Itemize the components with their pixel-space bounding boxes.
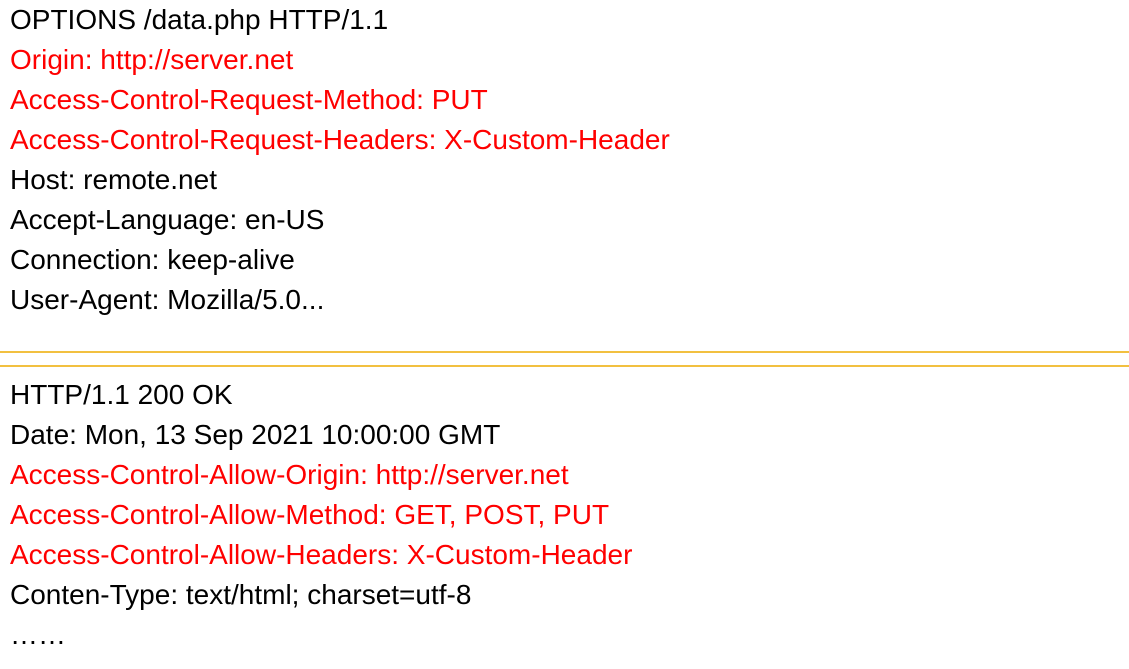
request-header-acr-headers: Access-Control-Request-Headers: X-Custom… bbox=[10, 124, 670, 155]
response-header-aca-headers: Access-Control-Allow-Headers: X-Custom-H… bbox=[10, 539, 633, 570]
response-header-aca-method: Access-Control-Allow-Method: GET, POST, … bbox=[10, 499, 610, 530]
section-divider-top bbox=[0, 351, 1129, 353]
response-header-aca-origin: Access-Control-Allow-Origin: http://serv… bbox=[10, 459, 569, 490]
request-header-accept-language: Accept-Language: en-US bbox=[10, 204, 325, 235]
request-header-acr-method: Access-Control-Request-Method: PUT bbox=[10, 84, 488, 115]
request-header-user-agent: User-Agent: Mozilla/5.0... bbox=[10, 284, 325, 315]
request-line: OPTIONS /data.php HTTP/1.1 bbox=[10, 4, 389, 35]
response-header-date: Date: Mon, 13 Sep 2021 10:00:00 GMT bbox=[10, 419, 501, 450]
request-header-connection: Connection: keep-alive bbox=[10, 244, 295, 275]
response-ellipsis: …… bbox=[10, 619, 66, 650]
section-divider-bottom bbox=[0, 365, 1129, 367]
request-header-origin: Origin: http://server.net bbox=[10, 44, 294, 75]
request-block: OPTIONS /data.php HTTP/1.1 Origin: http:… bbox=[10, 0, 1129, 320]
response-status-line: HTTP/1.1 200 OK bbox=[10, 379, 233, 410]
response-block: HTTP/1.1 200 OK Date: Mon, 13 Sep 2021 1… bbox=[10, 375, 1129, 655]
request-header-host: Host: remote.net bbox=[10, 164, 217, 195]
response-header-content-type: Conten-Type: text/html; charset=utf-8 bbox=[10, 579, 472, 610]
